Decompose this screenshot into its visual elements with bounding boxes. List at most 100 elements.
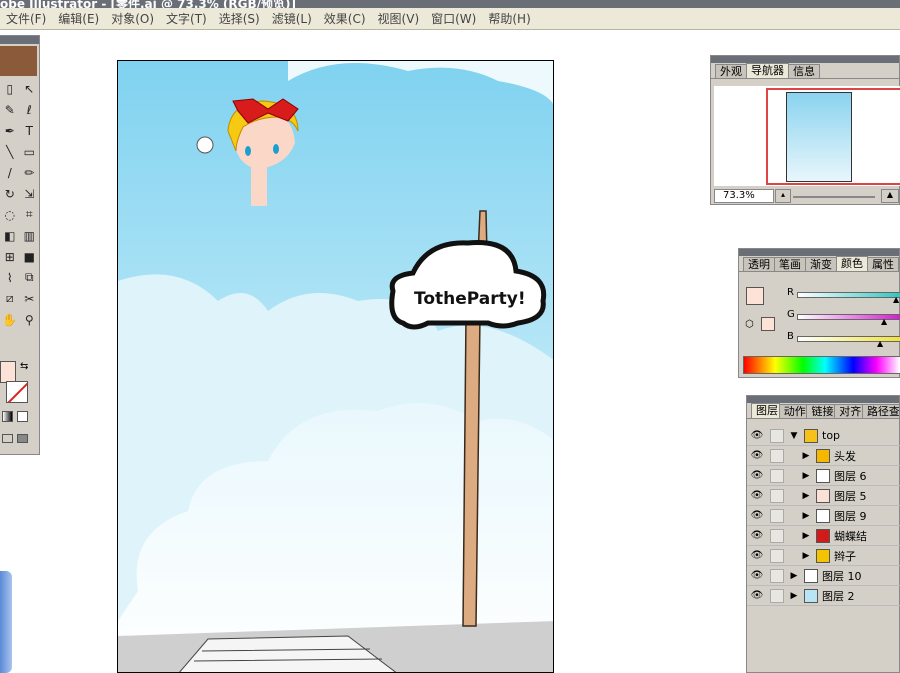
expand-right-icon[interactable]: ▶	[800, 531, 812, 541]
menu-effect[interactable]: 效果(C)	[318, 10, 372, 27]
tab-stroke[interactable]: 笔画	[774, 257, 806, 271]
lock-toggle[interactable]	[770, 468, 784, 483]
fullscreen-mode-icon[interactable]	[17, 434, 28, 443]
menu-file[interactable]: 文件(F)	[0, 10, 52, 27]
expand-down-icon[interactable]: ▼	[788, 431, 800, 441]
stroke-color-swatch[interactable]	[6, 381, 28, 403]
lock-toggle[interactable]	[770, 568, 784, 583]
fill-color-swatch[interactable]	[0, 361, 16, 383]
symbol-tool-icon[interactable]: ◧	[0, 225, 20, 246]
menu-filter[interactable]: 滤镜(L)	[266, 10, 318, 27]
navigator-grip[interactable]	[711, 56, 899, 63]
color-mode-icon[interactable]	[2, 411, 13, 422]
graph-tool-icon[interactable]: ▥	[20, 225, 40, 246]
out-of-gamut-icon[interactable]: ⬡	[745, 319, 754, 330]
r-slider-thumb[interactable]: ▲	[893, 295, 899, 304]
direct-select-icon[interactable]: ↖	[20, 78, 40, 99]
selection-tool-icon[interactable]: ▯	[0, 78, 20, 99]
tab-transparency[interactable]: 透明	[743, 257, 775, 271]
tab-navigator[interactable]: 导航器	[746, 63, 789, 78]
expand-right-icon[interactable]: ▶	[788, 571, 800, 581]
lock-toggle[interactable]	[770, 428, 784, 443]
lock-toggle[interactable]	[770, 488, 784, 503]
tab-info[interactable]: 信息	[788, 64, 820, 78]
visibility-eye-icon[interactable]: 👁	[747, 450, 767, 461]
gradient-tool-icon[interactable]: ■	[20, 246, 40, 267]
warp-tool-icon[interactable]: ◌	[0, 204, 20, 225]
tab-color[interactable]: 颜色	[836, 256, 868, 271]
color-stroke-swatch[interactable]	[761, 317, 775, 331]
layers-grip[interactable]	[747, 396, 899, 403]
g-slider[interactable]: G ▲	[787, 309, 900, 326]
lock-toggle[interactable]	[770, 588, 784, 603]
layer-row[interactable]: 👁 ▶ 图层 2	[747, 586, 900, 606]
zoom-in-icon[interactable]: ▲	[881, 189, 899, 203]
expand-right-icon[interactable]: ▶	[800, 491, 812, 501]
screen-mode-icon[interactable]	[2, 434, 13, 443]
layer-row[interactable]: 👁 ▶ 图层 9	[747, 506, 900, 526]
b-slider-thumb[interactable]: ▲	[877, 339, 883, 348]
menu-object[interactable]: 对象(O)	[105, 10, 160, 27]
side-scroll-widget[interactable]	[0, 571, 12, 673]
tab-links[interactable]: 链接	[806, 404, 836, 418]
zoom-slider-track[interactable]	[793, 196, 875, 198]
layer-row[interactable]: 👁 ▶ 头发	[747, 446, 900, 466]
b-slider-bar[interactable]	[797, 336, 900, 342]
lock-toggle[interactable]	[770, 548, 784, 563]
scale-tool-icon[interactable]: ⇲	[20, 183, 40, 204]
mesh-tool-icon[interactable]: ⊞	[0, 246, 20, 267]
visibility-eye-icon[interactable]: 👁	[747, 570, 767, 581]
g-slider-thumb[interactable]: ▲	[881, 317, 887, 326]
pencil-tool-icon[interactable]: ✏	[20, 162, 40, 183]
visibility-eye-icon[interactable]: 👁	[747, 470, 767, 481]
color-spectrum[interactable]	[743, 356, 900, 374]
pen-tool-icon[interactable]: ✒	[0, 120, 20, 141]
menu-edit[interactable]: 编辑(E)	[52, 10, 105, 27]
navigator-zoom-field[interactable]: 73.3%	[714, 189, 774, 203]
line-tool-icon[interactable]: ╲	[0, 141, 20, 162]
tab-layers[interactable]: 图层	[751, 403, 780, 418]
menu-window[interactable]: 窗口(W)	[425, 10, 482, 27]
lasso-icon[interactable]: ℓ	[20, 99, 40, 120]
tab-align[interactable]: 对齐	[834, 404, 863, 418]
menu-help[interactable]: 帮助(H)	[482, 10, 536, 27]
menu-select[interactable]: 选择(S)	[213, 10, 266, 27]
lock-toggle[interactable]	[770, 448, 784, 463]
layer-row[interactable]: 👁 ▶ 图层 10	[747, 566, 900, 586]
lock-toggle[interactable]	[770, 528, 784, 543]
r-slider[interactable]: R ▲	[787, 287, 900, 304]
blend-tool-icon[interactable]: ⧉	[20, 267, 40, 288]
expand-right-icon[interactable]: ▶	[800, 511, 812, 521]
lock-toggle[interactable]	[770, 508, 784, 523]
expand-right-icon[interactable]: ▶	[788, 591, 800, 601]
menu-view[interactable]: 视图(V)	[372, 10, 426, 27]
zoom-out-icon[interactable]: ▴	[775, 189, 791, 203]
slice-tool-icon[interactable]: ⧄	[0, 288, 20, 309]
tab-appearance[interactable]: 外观	[715, 64, 747, 78]
navigator-preview[interactable]	[714, 86, 900, 186]
visibility-eye-icon[interactable]: 👁	[747, 490, 767, 501]
hand-tool-icon[interactable]: ✋	[0, 309, 20, 330]
visibility-eye-icon[interactable]: 👁	[747, 590, 767, 601]
toolbox-grip[interactable]	[0, 36, 39, 44]
rectangle-tool-icon[interactable]: ▭	[20, 141, 40, 162]
expand-right-icon[interactable]: ▶	[800, 551, 812, 561]
expand-right-icon[interactable]: ▶	[800, 451, 812, 461]
color-fill-swatch[interactable]	[746, 287, 764, 305]
scissors-icon[interactable]: ✂	[20, 288, 40, 309]
zoom-tool-icon[interactable]: ⚲	[20, 309, 40, 330]
brush-tool-icon[interactable]: /	[0, 162, 20, 183]
artboard[interactable]: TotheParty!	[117, 60, 554, 673]
visibility-eye-icon[interactable]: 👁	[747, 550, 767, 561]
swap-colors-icon[interactable]: ⇆	[20, 361, 28, 372]
b-slider[interactable]: B ▲	[787, 331, 900, 348]
eyedropper-icon[interactable]: ⌇	[0, 267, 20, 288]
visibility-eye-icon[interactable]: 👁	[747, 430, 767, 441]
r-slider-bar[interactable]	[797, 292, 900, 298]
layer-row[interactable]: 👁 ▶ 图层 5	[747, 486, 900, 506]
tab-gradient[interactable]: 渐变	[805, 257, 837, 271]
tab-actions[interactable]: 动作	[778, 404, 808, 418]
layer-row[interactable]: 👁 ▶ 辫子	[747, 546, 900, 566]
magic-wand-icon[interactable]: ✎	[0, 99, 20, 120]
type-tool-icon[interactable]: T	[20, 120, 40, 141]
